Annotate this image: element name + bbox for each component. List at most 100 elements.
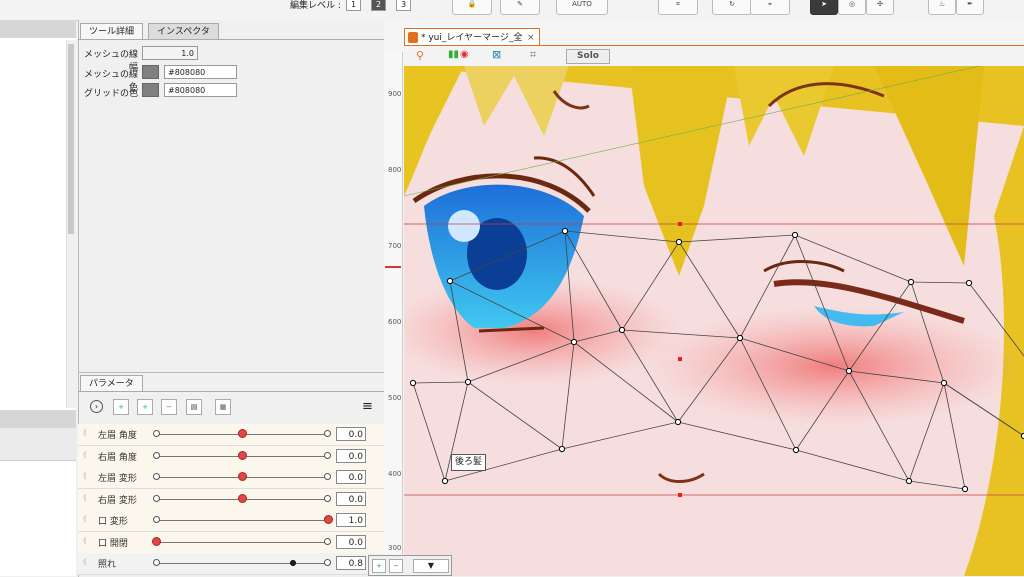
edit-level-label: 編集レベル : (290, 1, 341, 11)
ruler-marker (385, 266, 401, 268)
deformer-icon[interactable]: ⚲ (416, 49, 424, 62)
param-value[interactable]: 0.0 (336, 534, 366, 549)
level-3-button[interactable]: 3 (396, 0, 411, 11)
slider-max-dot (324, 537, 331, 545)
mesh-line-color-swatch[interactable] (142, 65, 159, 79)
slider-max-dot (324, 451, 331, 459)
remove-key-icon[interactable]: − (161, 399, 177, 415)
play-icon[interactable]: › (90, 400, 103, 413)
grid-toggle-icon[interactable]: ⌗ (530, 48, 536, 62)
lock-mesh-button[interactable]: 🔒 (452, 0, 492, 15)
param-lock-icon[interactable]: ⟬ (83, 450, 86, 460)
param-slider-track[interactable] (156, 541, 327, 543)
param-group-icon[interactable]: ▦ (215, 399, 231, 415)
slider-min-dot (153, 494, 160, 502)
mesh-line-color-field[interactable]: #808080 (164, 65, 237, 79)
slider-max-dot (324, 430, 331, 437)
layer-tooltip: 後ろ髪 (451, 454, 487, 471)
popup-remove-icon[interactable]: − (389, 559, 403, 573)
arrow-icon: ➤ (821, 0, 827, 8)
ruler-label: 300 (388, 544, 402, 552)
pen-tool-button[interactable]: ✒ (956, 0, 984, 15)
param-slider-knob[interactable] (152, 536, 161, 546)
auto-mesh-button[interactable]: AUTO (556, 0, 608, 15)
tab-parameters[interactable]: パラメータ (80, 375, 143, 392)
left-scroll-thumb[interactable] (68, 44, 74, 234)
popup-add-icon[interactable]: + (372, 559, 386, 573)
slider-max-dot (324, 494, 331, 502)
grid-color-field[interactable]: #808080 (164, 83, 237, 97)
slider-max-dot (324, 559, 331, 566)
level-2-button[interactable]: 2 (371, 0, 386, 11)
param-slider-knob[interactable] (238, 493, 247, 503)
param-value[interactable]: 0.8 (336, 556, 366, 570)
param-row[interactable]: ⟬ 口 開閉 0.0 (78, 531, 384, 554)
top-toolbar: 編集レベル : 1 2 3 🔒 ✎ AUTO ⌗ ↻ ⌖ ➤ ◎ ✣ ♨ ✒ (0, 0, 1024, 21)
brush-tool-button[interactable]: ✣ (866, 0, 894, 15)
mesh-line-width-field[interactable]: 1.0 (142, 46, 198, 60)
mesh-edit-button[interactable]: ⌗ (658, 0, 698, 15)
param-slider-knob[interactable] (238, 450, 247, 460)
menu-icon[interactable]: ≡ (362, 399, 373, 414)
glue-tool-button[interactable]: ♨ (928, 0, 956, 15)
param-lock-icon[interactable]: ⟬ (83, 493, 86, 503)
param-slider-knob[interactable] (238, 472, 247, 481)
param-row[interactable]: ⟬ 左眉 角度 0.0 (78, 424, 384, 446)
param-slider-knob[interactable] (324, 515, 333, 524)
param-row[interactable]: ⟬ 照れ 0.8 (78, 553, 384, 575)
param-name: 左眉 変形 (98, 474, 137, 484)
fit-view-icon[interactable]: ⊠ (492, 48, 501, 61)
mesh-icon: ⌗ (676, 0, 680, 8)
left-panel (0, 20, 76, 576)
param-row[interactable]: ⟬ 左眉 変形 0.0 (78, 467, 384, 489)
left-panel-divider (0, 410, 76, 428)
mini-popup: + − ▼ (368, 555, 452, 576)
param-slider-track[interactable] (156, 520, 327, 521)
deform-tool-button[interactable]: ✎ (500, 0, 540, 15)
tab-inspector[interactable]: インスペクタ (148, 23, 219, 40)
level-1-button[interactable]: 1 (346, 0, 361, 11)
view-toolbar: ⚲ ▮▮ ◉ ⊠ ⌗ (404, 46, 1024, 67)
grid-color-swatch[interactable] (142, 83, 159, 97)
param-lock-icon[interactable]: ⟬ (83, 536, 86, 546)
select-tool-button[interactable]: ➤ (810, 0, 838, 15)
add-keys-icon[interactable]: + (137, 399, 153, 415)
param-tab-underline (78, 391, 384, 392)
param-slider-knob[interactable] (238, 429, 247, 438)
param-row[interactable]: ⟬ 右眉 変形 0.0 (78, 488, 384, 511)
solo-button[interactable]: Solo (566, 49, 610, 64)
record-icon[interactable]: ◉ (460, 49, 469, 60)
param-slider-track[interactable] (156, 563, 327, 564)
tab-underline (78, 39, 384, 40)
left-panel-header (0, 20, 76, 38)
param-lock-icon[interactable]: ⟬ (83, 514, 86, 524)
param-row[interactable]: ⟬ 右眉 角度 0.0 (78, 445, 384, 468)
param-value[interactable]: 0.0 (336, 470, 366, 484)
param-settings-icon[interactable]: ▤ (186, 399, 202, 415)
tab-tool-detail[interactable]: ツール詳細 (80, 23, 144, 40)
param-value[interactable]: 0.0 (336, 448, 366, 463)
popup-dropdown-icon[interactable]: ▼ (413, 559, 449, 573)
param-lock-icon[interactable]: ⟬ (83, 471, 86, 481)
slider-min-dot (153, 451, 160, 459)
param-value[interactable]: 1.0 (336, 513, 366, 527)
param-value[interactable]: 0.0 (336, 491, 366, 506)
rotate-button[interactable]: ↻ (712, 0, 752, 15)
slider-min-dot (153, 516, 160, 523)
param-row[interactable]: ⟬ 口 変形 1.0 (78, 510, 384, 532)
param-lock-icon[interactable]: ⟬ (83, 557, 86, 567)
left-eye-highlight (448, 210, 480, 242)
ruler-label: 600 (388, 318, 402, 326)
add-key-icon[interactable]: + (113, 399, 129, 415)
param-slider-knob[interactable] (289, 560, 296, 566)
slider-max-dot (324, 473, 331, 480)
ruler-label: 500 (388, 394, 402, 402)
motion-icon[interactable]: ▮▮ (448, 49, 459, 60)
param-lock-icon[interactable]: ⟬ (83, 428, 86, 438)
param-name: 左眉 角度 (98, 431, 137, 441)
canvas-artwork[interactable] (404, 66, 1024, 576)
pin-button[interactable]: ⌖ (750, 0, 790, 15)
param-value[interactable]: 0.0 (336, 427, 366, 441)
document-icon (408, 32, 418, 43)
lasso-tool-button[interactable]: ◎ (838, 0, 866, 15)
